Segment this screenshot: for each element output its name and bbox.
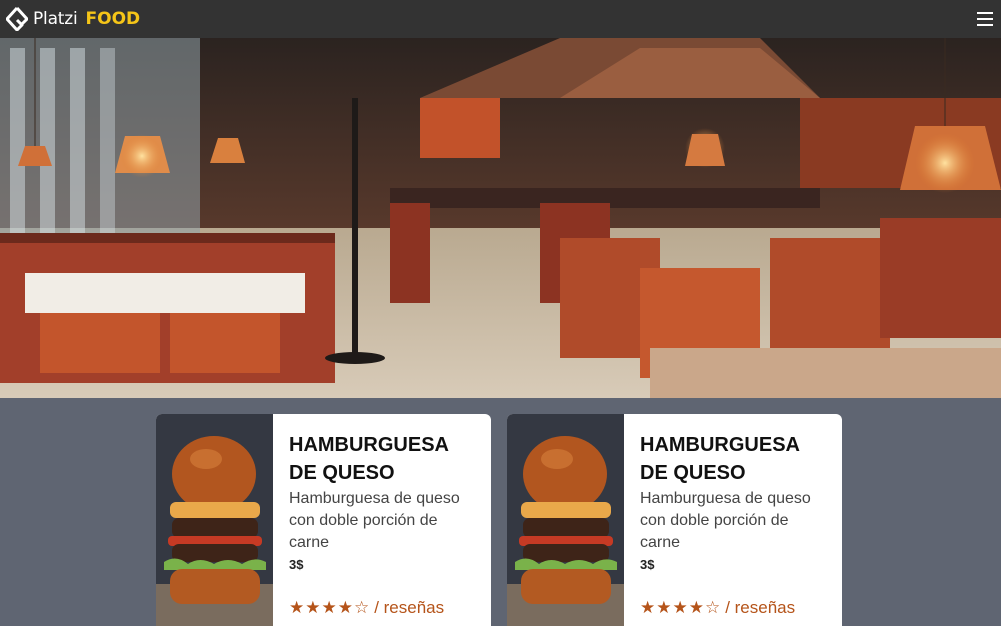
rating-stars-icon: ★★★★☆ xyxy=(289,598,371,617)
product-card[interactable]: HAMBURGUESA DE QUESO Hamburguesa de ques… xyxy=(507,414,842,626)
product-title: HAMBURGUESA DE QUESO xyxy=(289,434,449,484)
reviews-link[interactable]: / reseñas xyxy=(725,598,795,618)
rating-stars-icon: ★★★★☆ xyxy=(640,598,722,617)
product-description: Hamburguesa de queso con doble porción d… xyxy=(640,490,811,551)
platzi-logo-icon xyxy=(6,7,28,31)
burger-image xyxy=(507,414,624,626)
product-rating: ★★★★☆ / reseñas xyxy=(289,598,444,618)
hamburger-menu-icon[interactable] xyxy=(977,12,993,26)
product-title: HAMBURGUESA DE QUESO xyxy=(640,434,800,484)
product-rating: ★★★★☆ / reseñas xyxy=(640,598,795,618)
product-price: 3$ xyxy=(289,557,304,572)
product-price: 3$ xyxy=(640,557,655,572)
product-info: HAMBURGUESA DE QUESO Hamburguesa de ques… xyxy=(273,414,491,626)
product-list: HAMBURGUESA DE QUESO Hamburguesa de ques… xyxy=(156,414,842,626)
product-description: Hamburguesa de queso con doble porción d… xyxy=(289,490,460,551)
logo-text: Platzi xyxy=(33,9,78,29)
platzi-food-logo[interactable]: Platzi FOOD xyxy=(6,7,140,31)
reviews-link[interactable]: / reseñas xyxy=(374,598,444,618)
product-card[interactable]: HAMBURGUESA DE QUESO Hamburguesa de ques… xyxy=(156,414,491,626)
burger-image xyxy=(156,414,273,626)
product-info: HAMBURGUESA DE QUESO Hamburguesa de ques… xyxy=(624,414,842,626)
logo-highlight: FOOD xyxy=(85,9,141,29)
navbar: Platzi FOOD xyxy=(0,0,1001,38)
hero-image xyxy=(0,38,1001,398)
